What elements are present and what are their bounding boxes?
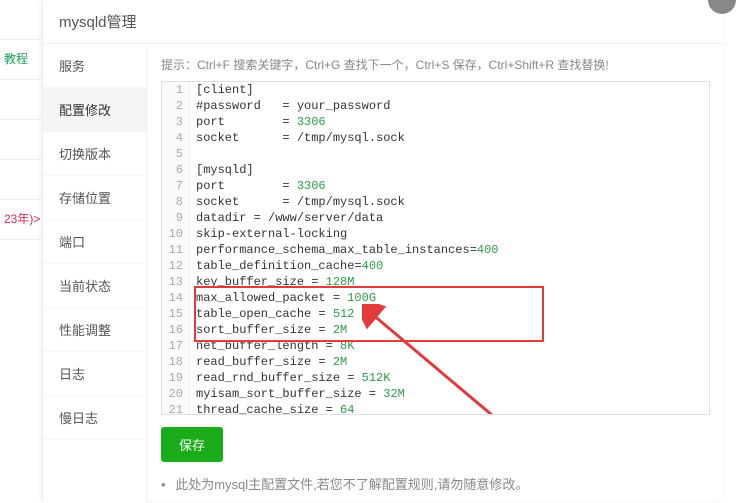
line-number: 11 [162,242,190,258]
code-line[interactable]: 17net_buffer_length = 8K [162,338,709,354]
line-number: 6 [162,162,190,178]
code-line[interactable]: 8socket = /tmp/mysql.sock [162,194,709,210]
code-content: [client] [190,82,254,98]
modal-title: mysqld管理 [43,0,724,44]
sidebar-item-1[interactable]: 配置修改 [43,88,146,132]
code-content: read_rnd_buffer_size = 512K [190,370,390,386]
code-content: performance_schema_max_table_instances=4… [190,242,498,258]
bg-row [0,0,42,40]
code-line[interactable]: 15table_open_cache = 512 [162,306,709,322]
line-number: 8 [162,194,190,210]
code-content: max_allowed_packet = 100G [190,290,376,306]
code-line[interactable]: 10skip-external-locking [162,226,709,242]
sidebar-item-4[interactable]: 端口 [43,220,146,264]
code-content: read_buffer_size = 2M [190,354,347,370]
sidebar: 服务配置修改切换版本存储位置端口当前状态性能调整日志慢日志 [43,44,147,503]
code-content: thread_cache_size = 64 [190,402,354,415]
code-line[interactable]: 18read_buffer_size = 2M [162,354,709,370]
sidebar-item-5[interactable]: 当前状态 [43,264,146,308]
line-number: 21 [162,402,190,415]
bg-row [0,120,42,160]
code-line[interactable]: 20myisam_sort_buffer_size = 32M [162,386,709,402]
sidebar-item-0[interactable]: 服务 [43,44,146,88]
sidebar-item-2[interactable]: 切换版本 [43,132,146,176]
code-content: socket = /tmp/mysql.sock [190,194,405,210]
code-line[interactable]: 9datadir = /www/server/data [162,210,709,226]
bg-row: 教程 [0,40,42,80]
code-line[interactable]: 12table_definition_cache=400 [162,258,709,274]
line-number: 17 [162,338,190,354]
code-content: #password = your_password [190,98,390,114]
code-content: socket = /tmp/mysql.sock [190,130,405,146]
note-text: 此处为mysql主配置文件,若您不了解配置规则,请勿随意修改。 [175,477,528,492]
line-number: 12 [162,258,190,274]
code-content: skip-external-locking [190,226,347,242]
line-number: 15 [162,306,190,322]
code-line[interactable]: 1[client] [162,82,709,98]
main-panel: 提示：Ctrl+F 搜索关键字，Ctrl+G 查找下一个，Ctrl+S 保存，C… [147,44,724,503]
hint-text: 提示：Ctrl+F 搜索关键字，Ctrl+G 查找下一个，Ctrl+S 保存，C… [161,52,710,81]
bullet-icon: • [161,477,166,492]
line-number: 14 [162,290,190,306]
save-button[interactable]: 保存 [161,427,223,462]
code-line[interactable]: 6[mysqld] [162,162,709,178]
code-line[interactable]: 2#password = your_password [162,98,709,114]
note-row: • 此处为mysql主配置文件,若您不了解配置规则,请勿随意修改。 [161,470,710,493]
sidebar-item-3[interactable]: 存储位置 [43,176,146,220]
code-line[interactable]: 3port = 3306 [162,114,709,130]
code-content: table_definition_cache=400 [190,258,383,274]
code-line[interactable]: 11performance_schema_max_table_instances… [162,242,709,258]
bg-row [0,160,42,200]
sidebar-item-7[interactable]: 日志 [43,352,146,396]
line-number: 18 [162,354,190,370]
code-line[interactable]: 13key_buffer_size = 128M [162,274,709,290]
code-content [190,146,196,162]
code-content: sort_buffer_size = 2M [190,322,347,338]
sidebar-item-6[interactable]: 性能调整 [43,308,146,352]
code-editor[interactable]: 1[client]2#password = your_password3port… [161,81,710,415]
line-number: 10 [162,226,190,242]
code-line[interactable]: 7port = 3306 [162,178,709,194]
code-content: net_buffer_length = 8K [190,338,354,354]
line-number: 4 [162,130,190,146]
line-number: 16 [162,322,190,338]
line-number: 2 [162,98,190,114]
line-number: 3 [162,114,190,130]
code-content: port = 3306 [190,114,326,130]
mysqld-modal: mysqld管理 服务配置修改切换版本存储位置端口当前状态性能调整日志慢日志 提… [42,0,724,501]
code-line[interactable]: 16sort_buffer_size = 2M [162,322,709,338]
code-line[interactable]: 19read_rnd_buffer_size = 512K [162,370,709,386]
line-number: 13 [162,274,190,290]
line-number: 1 [162,82,190,98]
sidebar-item-8[interactable]: 慢日志 [43,396,146,440]
code-content: myisam_sort_buffer_size = 32M [190,386,405,402]
code-content: table_open_cache = 512 [190,306,354,322]
line-number: 19 [162,370,190,386]
code-content: [mysqld] [190,162,254,178]
code-content: datadir = /www/server/data [190,210,383,226]
line-number: 7 [162,178,190,194]
bg-row [0,80,42,120]
save-row: 保存 [161,415,710,470]
code-line[interactable]: 4socket = /tmp/mysql.sock [162,130,709,146]
code-line[interactable]: 5 [162,146,709,162]
line-number: 20 [162,386,190,402]
code-line[interactable]: 14max_allowed_packet = 100G [162,290,709,306]
line-number: 9 [162,210,190,226]
line-number: 5 [162,146,190,162]
bg-row: 23年)> [0,200,42,240]
code-content: port = 3306 [190,178,326,194]
code-content: key_buffer_size = 128M [190,274,354,290]
background-left: 教程 23年)> [0,0,42,501]
code-line[interactable]: 21thread_cache_size = 64 [162,402,709,415]
